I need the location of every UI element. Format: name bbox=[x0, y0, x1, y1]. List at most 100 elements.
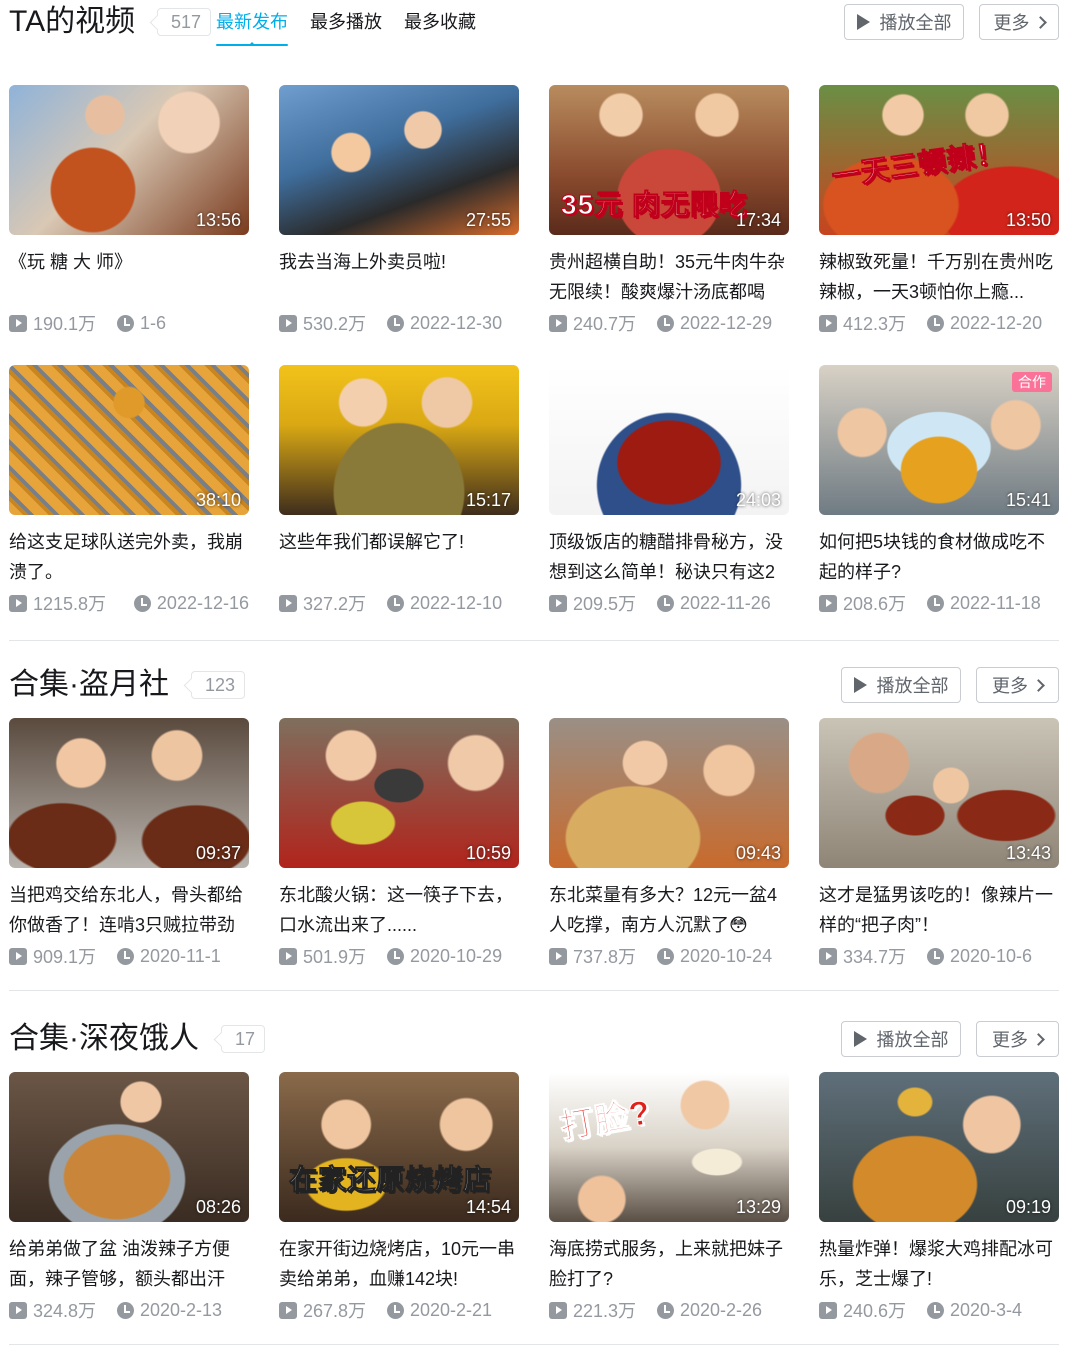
video-meta: 1215.8万 2022-12-16 bbox=[9, 588, 249, 618]
video-card[interactable]: 一天三顿辣！ 13:50 辣椒致死量！千万别在贵州吃辣椒，一天3顿怕你上瘾...… bbox=[819, 85, 1059, 338]
video-thumbnail[interactable]: 08:26 bbox=[9, 1072, 249, 1222]
video-card[interactable]: 15:17 这些年我们都误解它了! 327.2万 2022-12-10 bbox=[279, 365, 519, 618]
video-card[interactable]: 13:43 这才是猛男该吃的！像辣片一样的“把子肉”！ 334.7万 2020-… bbox=[819, 718, 1059, 971]
video-card[interactable]: 合作 15:41 如何把5块钱的食材做成吃不起的样子? 208.6万 2022-… bbox=[819, 365, 1059, 618]
more-button[interactable]: 更多 bbox=[976, 1021, 1059, 1057]
video-thumbnail[interactable]: 13:43 bbox=[819, 718, 1059, 868]
video-card[interactable]: 打脸? 13:29 海底捞式服务，上来就把妹子脸打了? 221.3万 2020-… bbox=[549, 1072, 789, 1325]
clock-icon bbox=[133, 594, 151, 612]
play-count: 530.2万 bbox=[303, 314, 367, 334]
video-title[interactable]: 这些年我们都误解它了! bbox=[279, 527, 519, 587]
play-count: 240.6万 bbox=[843, 1301, 907, 1321]
more-button[interactable]: 更多 bbox=[976, 667, 1059, 703]
thumbnail-caption: 在家还原烧烤店 bbox=[288, 1164, 493, 1196]
play-count-icon bbox=[549, 947, 567, 965]
play-count: 324.8万 bbox=[33, 1301, 97, 1321]
video-title[interactable]: 这才是猛男该吃的！像辣片一样的“把子肉”！ bbox=[819, 880, 1059, 940]
video-card[interactable]: 27:55 我去当海上外卖员啦! 530.2万 2022-12-30 bbox=[279, 85, 519, 338]
video-card[interactable]: 在家还原烧烤店 14:54 在家开街边烧烤店，10元一串卖给弟弟，血赚142块!… bbox=[279, 1072, 519, 1325]
publish-date: 2020-10-24 bbox=[680, 945, 773, 966]
play-count-icon bbox=[819, 314, 837, 332]
video-card[interactable]: 38:10 给这支足球队送完外卖，我崩溃了。 1215.8万 2022-12-1… bbox=[9, 365, 249, 618]
video-title[interactable]: 贵州超横自助！35元牛肉牛杂无限续！酸爽爆汁汤底都喝 bbox=[549, 247, 789, 307]
video-title[interactable]: 辣椒致死量！千万别在贵州吃辣椒，一天3顿怕你上瘾... bbox=[819, 247, 1059, 307]
video-thumbnail[interactable]: 13:56 bbox=[9, 85, 249, 235]
video-card[interactable]: 08:26 给弟弟做了盆 油泼辣子方便面，辣子管够，额头都出汗 324.8万 2… bbox=[9, 1072, 249, 1325]
video-duration: 17:34 bbox=[735, 210, 781, 230]
video-thumbnail[interactable]: 在家还原烧烤店 14:54 bbox=[279, 1072, 519, 1222]
play-count: 209.5万 bbox=[573, 594, 637, 614]
video-card[interactable]: 24:03 顶级饭店的糖醋排骨秘方，没想到这么简单！秘诀只有这2 209.5万 … bbox=[549, 365, 789, 618]
video-title[interactable]: 顶级饭店的糖醋排骨秘方，没想到这么简单！秘诀只有这2 bbox=[549, 527, 789, 587]
video-meta: 324.8万 2020-2-13 bbox=[9, 1295, 249, 1325]
clock-icon bbox=[387, 947, 404, 965]
video-thumbnail[interactable]: 35元 肉无限吃 17:34 bbox=[549, 85, 789, 235]
video-title[interactable]: 我去当海上外卖员啦! bbox=[279, 247, 519, 307]
video-title[interactable]: 在家开街边烧烤店，10元一串卖给弟弟，血赚142块! bbox=[279, 1234, 519, 1294]
play-count: 909.1万 bbox=[33, 947, 97, 967]
publish-date: 2022-12-29 bbox=[680, 312, 773, 333]
play-count: 327.2万 bbox=[303, 594, 367, 614]
chevron-right-icon bbox=[1032, 1032, 1045, 1046]
video-card[interactable]: 09:43 东北菜量有多大？12元一盆4人吃撑，南方人沉默了😳 737.8万 2… bbox=[549, 718, 789, 971]
video-duration: 10:59 bbox=[465, 843, 511, 863]
video-duration: 13:56 bbox=[195, 210, 241, 230]
play-count-icon bbox=[819, 594, 837, 612]
video-title[interactable]: 热量炸弹！爆浆大鸡排配冰可乐，芝士爆了! bbox=[819, 1234, 1059, 1294]
video-card[interactable]: 10:59 东北酸火锅：这一筷子下去，口水流出来了...... 501.9万 2… bbox=[279, 718, 519, 971]
video-thumbnail[interactable]: 合作 15:41 bbox=[819, 365, 1059, 515]
video-duration: 38:10 bbox=[195, 490, 241, 510]
video-duration: 27:55 bbox=[465, 210, 511, 230]
section-divider bbox=[9, 1344, 1059, 1345]
video-thumbnail[interactable]: 一天三顿辣！ 13:50 bbox=[819, 85, 1059, 235]
video-meta: 530.2万 2022-12-30 bbox=[279, 308, 519, 338]
play-all-button[interactable]: 播放全部 bbox=[841, 667, 961, 703]
videos-section-header: TA的视频 517 最新发布 最多播放 最多收藏 播放全部 更多 bbox=[9, 0, 1059, 46]
video-thumbnail[interactable]: 09:37 bbox=[9, 718, 249, 868]
video-card[interactable]: 09:19 热量炸弹！爆浆大鸡排配冰可乐，芝士爆了! 240.6万 2020-3… bbox=[819, 1072, 1059, 1325]
more-button[interactable]: 更多 bbox=[979, 4, 1059, 40]
video-thumbnail[interactable]: 09:43 bbox=[549, 718, 789, 868]
video-thumbnail[interactable]: 27:55 bbox=[279, 85, 519, 235]
video-title[interactable]: 当把鸡交给东北人，骨头都给你做香了！连啃3只贼拉带劲 bbox=[9, 880, 249, 940]
video-thumbnail[interactable]: 09:19 bbox=[819, 1072, 1059, 1222]
video-thumbnail[interactable]: 打脸? 13:29 bbox=[549, 1072, 789, 1222]
video-duration: 13:29 bbox=[735, 1197, 781, 1217]
collection-title[interactable]: 合集·深夜饿人 bbox=[9, 1017, 199, 1061]
video-thumbnail[interactable]: 38:10 bbox=[9, 365, 249, 515]
clock-icon bbox=[387, 594, 404, 612]
collection-section: 合集·深夜饿人 17 播放全部 更多 bbox=[9, 1017, 1059, 1061]
tab-most-played[interactable]: 最多播放 bbox=[310, 0, 382, 44]
play-count: 334.7万 bbox=[843, 947, 907, 967]
play-all-label: 播放全部 bbox=[876, 1030, 949, 1050]
video-card[interactable]: 13:56 《玩 糖 大 师》 190.1万 1-6 bbox=[9, 85, 249, 338]
play-count: 221.3万 bbox=[573, 1301, 637, 1321]
video-card[interactable]: 09:37 当把鸡交给东北人，骨头都给你做香了！连啃3只贼拉带劲 909.1万 … bbox=[9, 718, 249, 971]
play-icon bbox=[853, 1031, 867, 1047]
play-count-icon bbox=[279, 314, 297, 332]
video-title[interactable]: 东北酸火锅：这一筷子下去，口水流出来了...... bbox=[279, 880, 519, 940]
tab-most-favorited[interactable]: 最多收藏 bbox=[404, 0, 476, 44]
video-title[interactable]: 给这支足球队送完外卖，我崩溃了。 bbox=[9, 527, 249, 587]
clock-icon bbox=[927, 1301, 944, 1319]
video-thumbnail[interactable]: 15:17 bbox=[279, 365, 519, 515]
more-label: 更多 bbox=[993, 13, 1030, 33]
video-card[interactable]: 35元 肉无限吃 17:34 贵州超横自助！35元牛肉牛杂无限续！酸爽爆汁汤底都… bbox=[549, 85, 789, 338]
video-title[interactable]: 东北菜量有多大？12元一盆4人吃撑，南方人沉默了😳 bbox=[549, 880, 789, 940]
play-count: 412.3万 bbox=[843, 314, 907, 334]
collection-header: 合集·深夜饿人 17 播放全部 更多 bbox=[9, 1017, 1059, 1061]
video-thumbnail[interactable]: 24:03 bbox=[549, 365, 789, 515]
play-icon bbox=[856, 14, 870, 30]
video-thumbnail[interactable]: 10:59 bbox=[279, 718, 519, 868]
play-count-icon bbox=[279, 594, 297, 612]
tab-latest[interactable]: 最新发布 bbox=[216, 0, 288, 46]
play-all-button[interactable]: 播放全部 bbox=[844, 4, 964, 40]
play-count-icon bbox=[9, 594, 27, 612]
video-title[interactable]: 给弟弟做了盆 油泼辣子方便面，辣子管够，额头都出汗 bbox=[9, 1234, 249, 1294]
video-title[interactable]: 《玩 糖 大 师》 bbox=[9, 247, 249, 307]
video-title[interactable]: 海底捞式服务，上来就把妹子脸打了? bbox=[549, 1234, 789, 1294]
video-title[interactable]: 如何把5块钱的食材做成吃不起的样子? bbox=[819, 527, 1059, 587]
play-count-icon bbox=[9, 1301, 27, 1319]
collection-title[interactable]: 合集·盗月社 bbox=[9, 663, 169, 707]
play-all-button[interactable]: 播放全部 bbox=[841, 1021, 961, 1057]
